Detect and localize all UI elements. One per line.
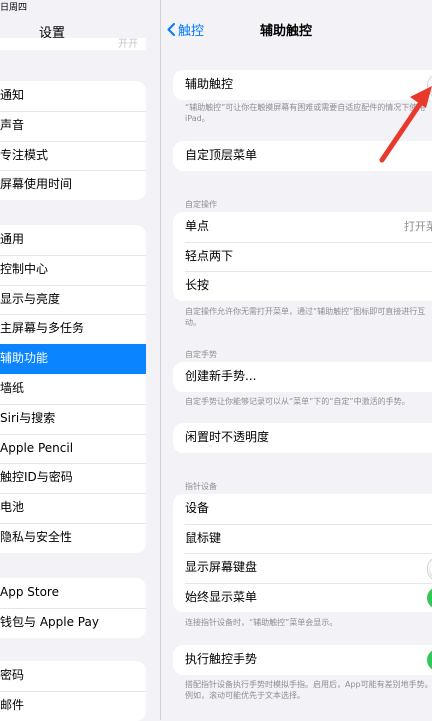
perform-gestures-toggle[interactable] bbox=[427, 649, 432, 671]
perform-gestures-label: 执行触控手势 bbox=[185, 652, 258, 666]
idle-opacity-row[interactable]: 闲置时不透明度 4 bbox=[173, 423, 432, 453]
devices-row[interactable]: 设备 bbox=[173, 494, 432, 524]
show-keyboard-label: 显示屏幕键盘 bbox=[185, 560, 258, 575]
pointer-devices-header: 指针设备 bbox=[185, 482, 217, 491]
custom-actions-footnote: 自定操作允许你无需打开菜单，通过“辅助触控”图标即可直接进行互动。 bbox=[185, 307, 426, 327]
settings-sidebar: 日周四 设置 开开 通知 声音 专注模式 屏幕使用时间 通用 控制中心 显示与亮… bbox=[0, 0, 160, 721]
single-tap-label: 单点 bbox=[185, 219, 210, 233]
custom-actions-header: 自定操作 bbox=[185, 200, 217, 209]
always-show-menu-label: 始终显示菜单 bbox=[185, 589, 258, 604]
sidebar-item-general[interactable]: 通用 bbox=[0, 225, 146, 255]
back-button[interactable]: 触控 bbox=[167, 20, 204, 39]
double-tap-row[interactable]: 轻点两下 bbox=[173, 241, 432, 272]
chevron-left-icon bbox=[167, 23, 175, 36]
long-press-row[interactable]: 长按 bbox=[173, 271, 432, 301]
customize-menu-card: 自定顶层菜单 bbox=[173, 141, 432, 171]
sidebar-item-display[interactable]: 显示与亮度 bbox=[0, 284, 146, 315]
perform-gestures-footnote: 搭配指针设备执行手势时模拟手指。启用后，App可能有差别地手势。例如，滚动可能优… bbox=[185, 680, 432, 700]
show-keyboard-toggle[interactable] bbox=[427, 557, 432, 582]
assistive-touch-row[interactable]: 辅助触控 bbox=[173, 70, 432, 100]
customize-menu-row[interactable]: 自定顶层菜单 bbox=[173, 141, 432, 171]
mouse-keys-row[interactable]: 鼠标键 bbox=[173, 523, 432, 554]
status-bar-date: 日周四 bbox=[0, 3, 28, 13]
assistive-touch-label: 辅助触控 bbox=[185, 77, 234, 91]
sidebar-item-home-screen[interactable]: 主屏幕与多任务 bbox=[0, 314, 146, 344]
single-tap-value: 打开菜 bbox=[404, 220, 432, 233]
sidebar-item-apple-pencil[interactable]: Apple Pencil bbox=[0, 433, 146, 464]
always-show-menu-toggle[interactable] bbox=[427, 586, 432, 609]
create-gesture-row[interactable]: 创建新手势... bbox=[173, 362, 432, 392]
show-keyboard-row[interactable]: 显示屏幕键盘 bbox=[173, 553, 432, 583]
sidebar-item-battery[interactable]: 电池 bbox=[0, 493, 146, 523]
custom-gestures-card: 创建新手势... bbox=[173, 362, 432, 392]
idle-opacity-label: 闲置时不透明度 bbox=[185, 430, 270, 444]
sidebar-item-wallet[interactable]: 钱包与 Apple Pay bbox=[0, 607, 146, 638]
assistive-touch-toggle[interactable] bbox=[427, 74, 432, 98]
sidebar-item-touch-id[interactable]: 触控ID与密码 bbox=[0, 463, 146, 493]
sidebar-item-wallpaper[interactable]: 墙纸 bbox=[0, 374, 146, 404]
sidebar-item-control-center[interactable]: 控制中心 bbox=[0, 254, 146, 285]
sidebar-group-notifications: 通知 声音 专注模式 屏幕使用时间 bbox=[0, 81, 146, 201]
sidebar-item-sounds[interactable]: 声音 bbox=[0, 110, 146, 141]
pointer-devices-card: 设备 鼠标键 显示屏幕键盘 始终显示菜单 bbox=[173, 494, 432, 613]
custom-actions-card: 单点 打开菜 轻点两下 长按 bbox=[173, 212, 432, 301]
assistive-touch-footnote: “辅助触控”可让你在触摸屏幕有困难或需要自适应配件的情况下使用iPad。 bbox=[185, 103, 426, 123]
sidebar-item-app-store[interactable]: App Store bbox=[0, 578, 146, 608]
perform-gestures-row[interactable]: 执行触控手势 bbox=[173, 645, 432, 675]
sidebar-group-general: 通用 控制中心 显示与亮度 主屏幕与多任务 辅助功能 墙纸 Siri与搜索 Ap… bbox=[0, 225, 146, 553]
sidebar-faded-row: 开开 bbox=[0, 38, 146, 50]
sidebar-item-notifications[interactable]: 通知 bbox=[0, 81, 146, 111]
sidebar-item-focus[interactable]: 专注模式 bbox=[0, 140, 146, 171]
sidebar-item-siri[interactable]: Siri与搜索 bbox=[0, 403, 146, 434]
custom-gestures-footnote: 自定手势让你能够记录可以从“菜单”下的“自定”中激活的手势。 bbox=[185, 397, 410, 406]
sidebar-group-store: App Store 钱包与 Apple Pay bbox=[0, 578, 146, 638]
back-button-label: 触控 bbox=[178, 24, 205, 39]
page-title: 辅助触控 bbox=[259, 24, 312, 39]
perform-gestures-card: 执行触控手势 bbox=[173, 645, 432, 675]
sidebar-item-accessibility[interactable]: 辅助功能 bbox=[0, 344, 146, 374]
detail-pane: 触控 辅助触控 辅助触控 “辅助触控”可让你在触摸屏幕有困难或需要自适应配件的情… bbox=[161, 0, 432, 720]
sidebar-item-privacy[interactable]: 隐私与安全性 bbox=[0, 522, 146, 553]
sidebar-group-passwords: 密码 邮件 bbox=[0, 661, 146, 721]
sidebar-item-screen-time[interactable]: 屏幕使用时间 bbox=[0, 170, 146, 200]
custom-gestures-header: 自定手势 bbox=[185, 350, 217, 359]
faded-row-value: 开开 bbox=[118, 39, 138, 50]
idle-opacity-card: 闲置时不透明度 4 bbox=[173, 423, 432, 453]
sidebar-item-mail[interactable]: 邮件 bbox=[0, 690, 146, 721]
sidebar-item-passwords[interactable]: 密码 bbox=[0, 661, 146, 691]
assistive-touch-card: 辅助触控 bbox=[173, 70, 432, 100]
single-tap-row[interactable]: 单点 打开菜 bbox=[173, 212, 432, 242]
pointer-devices-footnote: 连接指针设备时，“辅助触控”菜单会显示。 bbox=[185, 618, 338, 627]
always-show-menu-row[interactable]: 始终显示菜单 bbox=[173, 582, 432, 613]
